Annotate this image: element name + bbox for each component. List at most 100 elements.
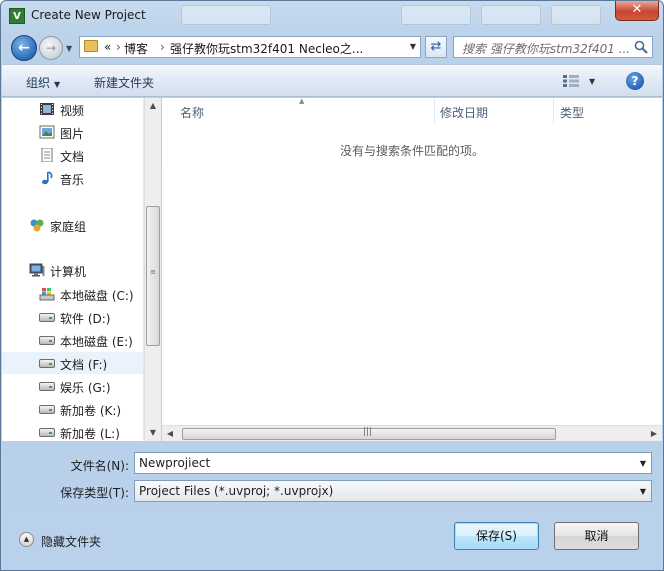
column-header-name[interactable]: 名称 ▲ bbox=[162, 97, 434, 124]
navigation-scrollbar[interactable]: ▲ ≡ ▼ bbox=[144, 98, 161, 441]
video-icon bbox=[40, 103, 54, 115]
scroll-right-icon[interactable]: ▶ bbox=[646, 426, 662, 442]
scroll-left-icon[interactable]: ◀ bbox=[162, 426, 178, 442]
drive-icon bbox=[39, 336, 55, 345]
back-button[interactable]: ← bbox=[11, 35, 37, 61]
search-icon[interactable] bbox=[634, 40, 648, 54]
close-button[interactable]: ✕ bbox=[615, 1, 659, 21]
column-header-type[interactable]: 类型 bbox=[542, 98, 662, 124]
nav-item-drive-f[interactable]: 文档 (F:) bbox=[2, 352, 143, 374]
nav-item-drive-l[interactable]: 新加卷 (L:) bbox=[2, 421, 143, 441]
nav-item-drive-k[interactable]: 新加卷 (K:) bbox=[2, 398, 143, 420]
drive-icon bbox=[39, 382, 55, 391]
breadcrumb-overflow[interactable]: « bbox=[104, 40, 111, 54]
drive-icon bbox=[39, 313, 55, 322]
filename-input[interactable]: Newprojiect bbox=[139, 456, 210, 470]
nav-item-label: 本地磁盘 (C:) bbox=[60, 289, 134, 303]
empty-message: 没有与搜索条件匹配的项。 bbox=[339, 144, 484, 158]
organize-label: 组织 bbox=[26, 76, 51, 90]
cancel-button[interactable]: 取消 bbox=[554, 522, 639, 550]
chevron-up-icon: ▲ bbox=[19, 532, 34, 547]
arrow-left-icon: ← bbox=[18, 40, 30, 56]
scroll-down-icon[interactable]: ▼ bbox=[145, 425, 161, 441]
background-window-ghost bbox=[481, 5, 541, 25]
filetype-select[interactable]: Project Files (*.uvproj; *.uvprojx) ▼ bbox=[134, 480, 652, 502]
grip-icon: ||| bbox=[363, 427, 373, 437]
nav-item-drive-d[interactable]: 软件 (D:) bbox=[2, 306, 143, 328]
nav-item-label: 软件 (D:) bbox=[60, 312, 111, 326]
homegroup-icon bbox=[30, 219, 44, 232]
music-icon bbox=[42, 171, 53, 185]
keil-app-icon: V bbox=[9, 8, 25, 24]
nav-item-label: 文档 bbox=[60, 150, 85, 164]
background-window-ghost bbox=[551, 5, 601, 25]
file-list-scrollbar[interactable]: ◀ ||| ▶ bbox=[162, 425, 662, 441]
nav-item-label: 家庭组 bbox=[50, 220, 87, 234]
nav-item-label: 新加卷 (L:) bbox=[60, 427, 120, 441]
save-button[interactable]: 保存(S) bbox=[454, 522, 539, 550]
nav-item-label: 本地磁盘 (E:) bbox=[60, 335, 133, 349]
nav-item-pictures[interactable]: 图片 bbox=[2, 121, 143, 143]
nav-item-drive-c[interactable]: 本地磁盘 (C:) bbox=[2, 283, 143, 305]
drive-icon bbox=[39, 359, 55, 368]
scrollbar-thumb[interactable]: ||| bbox=[182, 427, 556, 440]
drive-icon bbox=[39, 428, 55, 437]
title-bar: V Create New Project ✕ bbox=[1, 1, 663, 31]
refresh-button[interactable]: ⇄ bbox=[425, 36, 447, 58]
organize-button[interactable]: 组织 ▼ bbox=[26, 74, 60, 91]
picture-icon bbox=[39, 125, 55, 139]
drive-icon bbox=[39, 405, 55, 414]
nav-item-label: 娱乐 (G:) bbox=[60, 381, 111, 395]
folder-icon bbox=[84, 40, 98, 52]
nav-item-label: 图片 bbox=[60, 127, 85, 141]
sort-ascending-icon: ▲ bbox=[299, 97, 305, 105]
background-window-ghost bbox=[401, 5, 471, 25]
column-header-modified[interactable]: 修改日期 bbox=[422, 98, 554, 124]
scrollbar-thumb[interactable]: ≡ bbox=[146, 206, 160, 346]
breadcrumb-item[interactable]: 强仔教你玩stm32f401 Necleo之... bbox=[170, 40, 363, 57]
scroll-up-icon[interactable]: ▲ bbox=[145, 98, 161, 114]
refresh-icon: ⇄ bbox=[430, 39, 442, 54]
address-bar[interactable]: « › 博客 › 强仔教你玩stm32f401 Necleo之... ▼ bbox=[79, 36, 421, 58]
recent-pages-dropdown[interactable]: ▼ bbox=[66, 44, 72, 53]
breadcrumb-separator-icon: › bbox=[116, 40, 121, 54]
breadcrumb-separator-icon: › bbox=[160, 40, 165, 54]
nav-item-videos[interactable]: 视频 bbox=[2, 98, 143, 120]
chevron-down-icon[interactable]: ▼ bbox=[640, 487, 646, 496]
view-options-icon[interactable] bbox=[563, 75, 579, 87]
nav-item-label: 视频 bbox=[60, 104, 85, 118]
nav-item-music[interactable]: 音乐 bbox=[2, 167, 143, 189]
grip-icon: ≡ bbox=[150, 268, 156, 276]
filename-label: 文件名(N): bbox=[70, 459, 129, 473]
system-drive-icon bbox=[39, 288, 55, 301]
arrow-right-icon: → bbox=[45, 41, 57, 55]
navigation-pane[interactable]: 视频 图片 文档 音乐 家庭组 计算机 本地磁盘 (C:) 软件 (D:) 本地… bbox=[2, 98, 144, 441]
search-box[interactable]: 搜索 强仔教你玩stm32f401 ... bbox=[453, 36, 653, 58]
background-window-ghost bbox=[181, 5, 271, 25]
address-dropdown[interactable]: ▼ bbox=[410, 42, 416, 51]
nav-item-documents[interactable]: 文档 bbox=[2, 144, 143, 166]
nav-item-computer[interactable]: 计算机 bbox=[2, 259, 143, 281]
breadcrumb-item[interactable]: 博客 bbox=[124, 40, 148, 57]
hide-folders-label: 隐藏文件夹 bbox=[41, 535, 102, 549]
nav-item-homegroup[interactable]: 家庭组 bbox=[2, 214, 143, 236]
nav-item-label: 文档 (F:) bbox=[60, 358, 108, 372]
forward-button[interactable]: → bbox=[39, 36, 63, 60]
new-folder-button[interactable]: 新建文件夹 bbox=[94, 74, 154, 91]
chevron-down-icon: ▼ bbox=[54, 80, 61, 89]
save-dialog-window: V Create New Project ✕ ← → ▼ « › 博客 › 强仔… bbox=[0, 0, 664, 571]
document-icon bbox=[41, 148, 53, 162]
help-icon[interactable]: ? bbox=[626, 72, 644, 90]
view-options-dropdown[interactable]: ▼ bbox=[589, 77, 595, 86]
filename-combobox[interactable]: Newprojiect ▼ bbox=[134, 452, 652, 474]
file-list[interactable]: 名称 ▲ 修改日期 类型 没有与搜索条件匹配的项。 bbox=[162, 97, 662, 425]
nav-item-label: 音乐 bbox=[60, 173, 85, 187]
computer-icon bbox=[29, 263, 45, 277]
chevron-down-icon[interactable]: ▼ bbox=[640, 459, 646, 468]
nav-item-label: 新加卷 (K:) bbox=[60, 404, 122, 418]
filetype-label: 保存类型(T): bbox=[60, 486, 129, 500]
nav-item-label: 计算机 bbox=[50, 265, 87, 279]
nav-item-drive-g[interactable]: 娱乐 (G:) bbox=[2, 375, 143, 397]
filetype-value: Project Files (*.uvproj; *.uvprojx) bbox=[139, 484, 334, 498]
nav-item-drive-e[interactable]: 本地磁盘 (E:) bbox=[2, 329, 143, 351]
